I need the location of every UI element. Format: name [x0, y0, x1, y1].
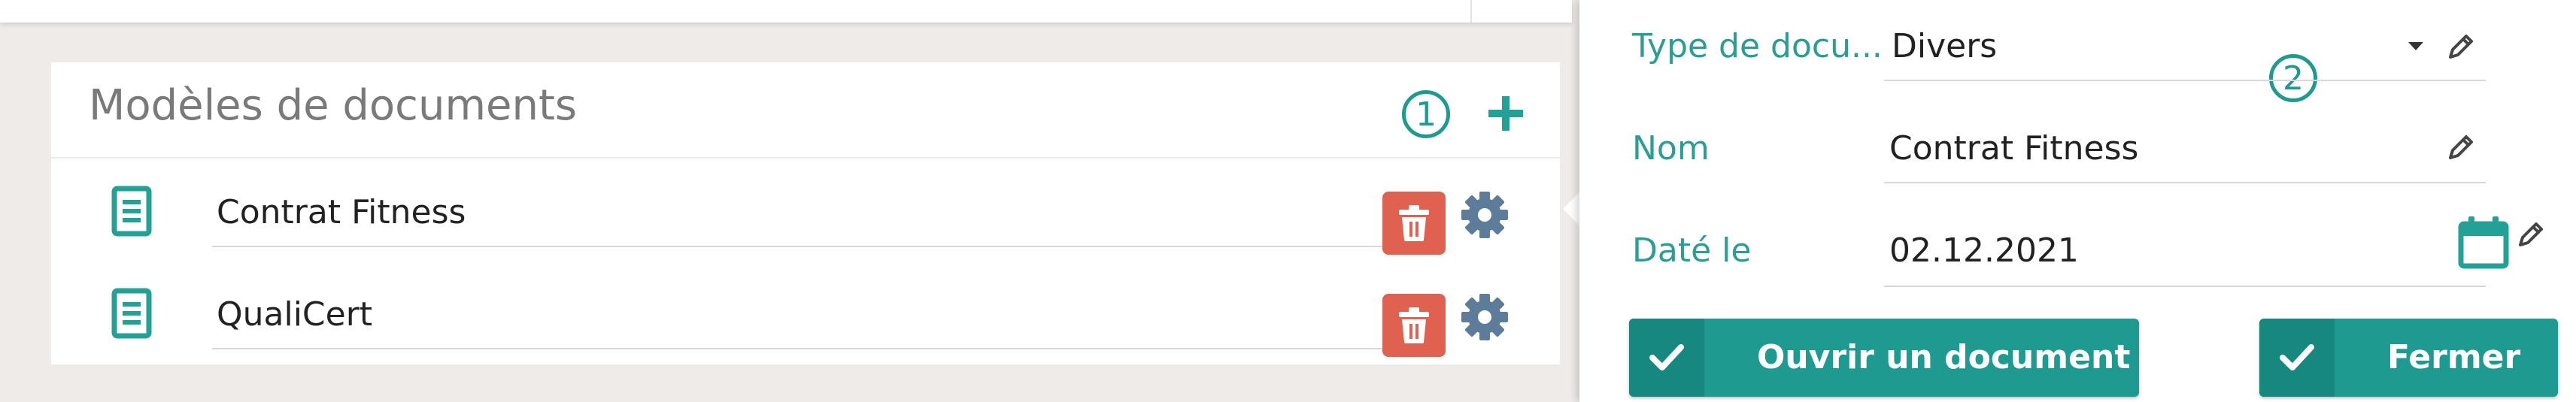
delete-template-button[interactable]: [1382, 192, 1446, 255]
date-field[interactable]: 02.12.2021: [1889, 234, 2079, 267]
top-bar-divider: [1470, 0, 1472, 23]
card-title: Modèles de documents: [89, 81, 578, 130]
row-underline: [212, 246, 1399, 247]
template-row[interactable]: QualiCert: [51, 270, 1560, 370]
pencil-icon[interactable]: [2516, 219, 2546, 249]
name-field[interactable]: Contrat Fitness: [1889, 132, 2138, 165]
close-label: Fermer: [2387, 338, 2521, 376]
checkmark-icon: [2280, 344, 2314, 370]
pencil-icon[interactable]: [2446, 32, 2476, 62]
close-button[interactable]: Fermer: [2259, 319, 2558, 397]
trash-icon: [1399, 307, 1429, 343]
calendar-icon[interactable]: [2457, 215, 2510, 271]
template-name: Contrat Fitness: [217, 193, 466, 231]
header-divider: [51, 157, 1560, 159]
row-underline: [212, 348, 1399, 349]
gear-icon[interactable]: [1460, 292, 1509, 342]
field-underline: [1884, 286, 2486, 287]
date-label: Daté le: [1632, 231, 1752, 270]
name-label: Nom: [1632, 129, 1710, 168]
callout-marker-1: 1: [1402, 90, 1450, 138]
document-detail-panel: 2 Type de docu... Divers Nom Contrat Fit…: [1579, 0, 2576, 402]
trash-icon: [1399, 205, 1429, 241]
add-template-button[interactable]: [1482, 90, 1529, 137]
checkmark-box: [1629, 319, 1704, 397]
document-icon: [111, 288, 152, 339]
field-underline: [1884, 80, 2486, 81]
template-name: QualiCert: [217, 295, 373, 334]
document-templates-card: Modèles de documents 1 Contrat Fitness Q…: [51, 62, 1560, 364]
field-underline: [1884, 182, 2486, 183]
type-label: Type de docu...: [1632, 27, 1883, 65]
callout-marker-2: 2: [2269, 54, 2317, 102]
type-select[interactable]: Divers: [1892, 30, 1997, 63]
document-icon: [111, 186, 152, 237]
pencil-icon[interactable]: [2446, 132, 2476, 162]
open-document-label: Ouvrir un document: [1757, 338, 2131, 376]
delete-template-button[interactable]: [1382, 294, 1446, 357]
panel-pointer: [1563, 191, 1581, 227]
open-document-button[interactable]: Ouvrir un document: [1629, 319, 2139, 397]
chevron-down-icon[interactable]: [2408, 42, 2423, 50]
gear-icon[interactable]: [1460, 190, 1509, 240]
template-row[interactable]: Contrat Fitness: [51, 168, 1560, 268]
checkmark-icon: [1649, 344, 1684, 370]
top-bar: [0, 0, 1572, 23]
checkmark-box: [2259, 319, 2335, 397]
